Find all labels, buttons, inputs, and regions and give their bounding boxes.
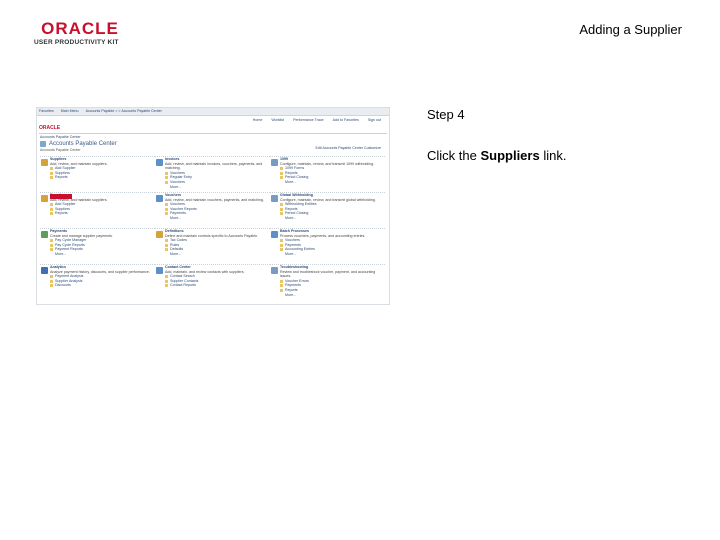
pagelet-link[interactable]: Vouchers [165,180,270,185]
topbar-breadcrumb[interactable]: Accounts Payable > > Accounts Payable Ce… [86,109,162,114]
screenshot-nav: Home Worklist Performance Trace Add to F… [37,116,389,124]
pagelet: 1099 Configure, maintain, review, and tra… [270,156,385,192]
pagelet-link[interactable]: Period Closing [280,175,385,180]
pagelet-icon [271,231,278,238]
pagelet: Payments Create and manage supplier payme… [40,228,155,264]
pagelet-more-link[interactable]: More... [165,216,270,221]
logo-wordmark: ORACLE [41,19,119,38]
step-instruction: Click the Suppliers link. [427,148,566,163]
document-title: Adding a Supplier [579,22,682,37]
nav-home[interactable]: Home [253,118,263,123]
pagelet-more-link[interactable]: More... [165,185,270,190]
pagelet-icon [271,159,278,166]
pagelet-icon [156,159,163,166]
pagelet-link[interactable]: Reports [280,288,385,293]
pagelet-link[interactable]: Contact Reports [165,283,270,288]
pagelet: Global Withholding Configure, maintain, r… [270,192,385,228]
nav-sign-out[interactable]: Sign out [368,118,381,123]
topbar-main-menu[interactable]: Main Menu [61,109,79,114]
topbar-favorites[interactable]: Favorites [39,109,54,114]
pagelet-description: Review and troubleshoot voucher, payment… [280,269,376,279]
center-icon [40,140,46,147]
pagelet-more-link[interactable]: More... [50,252,155,257]
pagelet-more-link[interactable]: More... [280,293,385,298]
instruction-suffix: link. [539,148,567,163]
center-title-text: Accounts Payable Center [49,140,117,147]
nav-performance-trace[interactable]: Performance Trace [293,118,324,123]
pagelet-icon [271,267,278,274]
pagelet-grid: Suppliers Add, review, and maintain suppl… [40,156,386,300]
pagelet-link[interactable]: Payments [165,211,270,216]
pagelet-link[interactable]: Payment Reports [50,247,155,252]
screenshot-topbar: Favorites Main Menu Accounts Payable > >… [37,108,389,116]
pagelet-more-link[interactable]: More... [280,180,385,185]
pagelet-more-link[interactable]: More... [165,252,270,257]
pagelet-icon [41,267,48,274]
center-right-links[interactable]: Edit Accounts Payable Center Customize [315,146,381,151]
pagelet: SuppliersAdd, review, and maintain suppl… [40,156,155,192]
pagelet: Definitions Define and maintain controls … [155,228,270,264]
divider [39,133,387,134]
nav-worklist[interactable]: Worklist [271,118,284,123]
pagelet-more-link[interactable]: More... [280,252,385,257]
pagelet-icon [156,195,163,202]
instruction-prefix: Click the [427,148,481,163]
nav-add-favorites[interactable]: Add to Favorites [333,118,359,123]
pagelet-link[interactable]: Reports [50,211,155,216]
pagelet-link[interactable]: Accounting Entries [280,247,385,252]
pagelet: Analytics Analyze payment history, discou… [40,264,155,300]
pagelet-link[interactable]: Period Closing [280,211,385,216]
pagelet-icon [156,267,163,274]
pagelet-icon [41,159,48,166]
pagelet: Troubleshooting Review and troubleshoot v… [270,264,385,300]
pagelet: Contact Center Add, maintain, and review … [155,264,270,300]
step-label: Step 4 [427,107,465,122]
pagelet-icon [41,231,48,238]
pagelet-icon [156,231,163,238]
pagelet: Invoices Add, review, and maintain invoic… [155,156,270,192]
pagelet-link[interactable]: Discounts [50,283,155,288]
pagelet: Vouchers Add, review, and maintain vouche… [155,192,270,228]
pagelet-icon [271,195,278,202]
application-screenshot: Favorites Main Menu Accounts Payable > >… [36,107,390,305]
pagelet-icon [41,195,48,202]
pagelet-link[interactable]: Defaults [165,247,270,252]
pagelet-more-link[interactable]: More... [280,216,385,221]
pagelet: SuppliersAdd, review, and maintain suppl… [40,192,155,228]
oracle-upk-logo: ORACLE USER PRODUCTIVITY KIT [34,20,126,47]
highlight-marker [50,194,72,199]
pagelet-link[interactable]: Reports [50,175,155,180]
instruction-target: Suppliers [480,148,540,163]
pagelet-description: Add, review, and maintain invoices, vouc… [165,161,263,171]
pagelet: Batch Processes Process vouchers, payment… [270,228,385,264]
screenshot-brand: ORACLE [39,125,61,131]
logo-subtitle: USER PRODUCTIVITY KIT [34,39,119,46]
